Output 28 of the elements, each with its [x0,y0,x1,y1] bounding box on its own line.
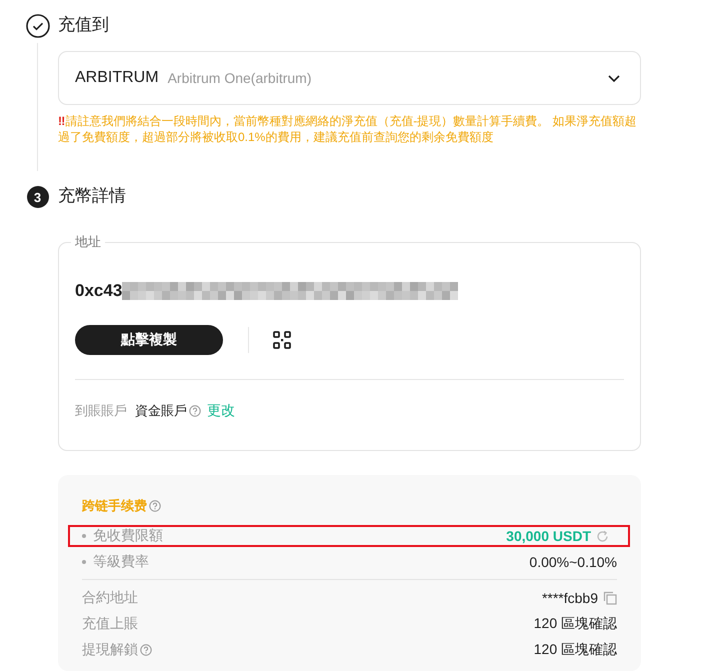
fee-label: 免收費限額 [93,527,163,545]
quota-value: 30,000 USDT [506,528,591,544]
network-select[interactable]: ARBITRUM Arbitrum One(arbitrum) [58,51,641,105]
fee-value: 0.00%~0.10% [529,554,617,570]
fee-label: 等級費率 [93,553,149,571]
refresh-icon[interactable] [596,530,609,542]
step-title: 充幣詳情 [58,185,127,207]
fee-label: 充值上賬 [82,615,138,633]
help-icon[interactable] [149,500,161,512]
fee-title: 跨链手续费 [82,497,147,515]
account-label: 到賬賬戶 [75,402,127,420]
copy-icon[interactable] [603,591,617,605]
card-legend: 地址 [71,233,105,251]
notice-text: ‼ 請註意我們將結合一段時間內，當前幣種對應網絡的淨充值（充值-提現）數量計算手續費。 如果淨充值額超過了免費額度，超過部分將被收取0.1%的費用，建議充值前查詢您的剩余免費額度 [58,113,638,145]
qr-code-icon[interactable] [273,331,291,349]
address-text: 0xc43 [75,281,122,301]
step-number: 3 [26,186,48,208]
copy-button[interactable]: 點擊複製 [75,325,223,355]
fee-value: ****fcbb9 [542,590,598,606]
help-icon[interactable] [189,405,201,417]
check-circle-icon [26,14,50,38]
fee-label: 提現解鎖 [82,641,138,659]
fee-label: 合約地址 [82,589,138,607]
help-icon[interactable] [140,644,152,656]
account-value: 資金賬戶 [135,402,187,420]
step-title: 充值到 [58,14,110,36]
fee-value: 120 區塊確認 [534,615,617,633]
fee-value: 120 區塊確認 [534,641,617,659]
